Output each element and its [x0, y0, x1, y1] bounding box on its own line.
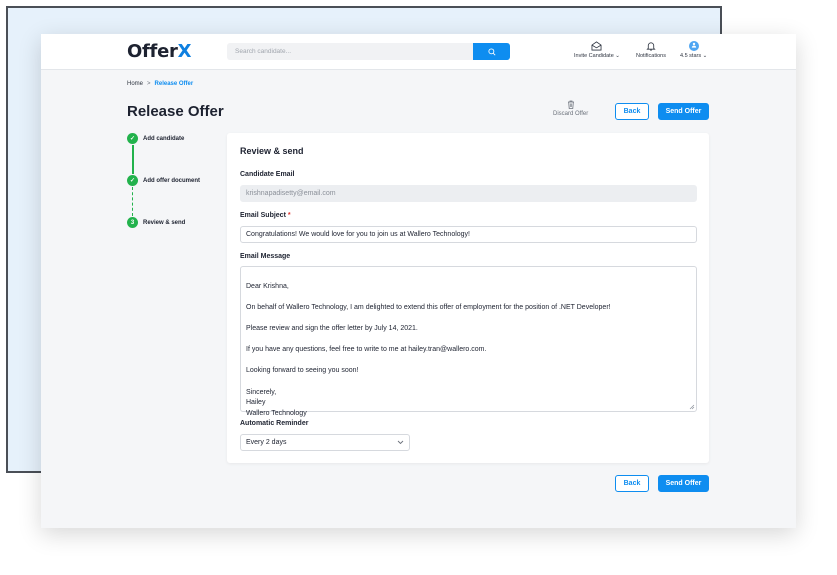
resize-handle-icon[interactable]: [689, 404, 695, 410]
logo-text: Offer: [127, 41, 178, 62]
back-button-top[interactable]: Back: [615, 103, 649, 120]
notifications-button[interactable]: Notifications: [636, 41, 666, 59]
discard-label: Discard Offer: [553, 111, 589, 117]
step-label: Add candidate: [143, 135, 185, 142]
reminder-value: Every 2 days: [246, 439, 287, 446]
candidate-email-field: krishnapadisetty@email.com: [240, 185, 697, 202]
card-title: Review & send: [240, 146, 304, 156]
breadcrumb: Home > Release Offer: [127, 81, 193, 87]
check-icon: ✓: [127, 175, 138, 186]
breadcrumb-home[interactable]: Home: [127, 81, 143, 87]
top-navbar: OfferX Invite Candidate ⌄ Notifications …: [41, 34, 796, 70]
review-send-card: Review & send Candidate Email krishnapad…: [227, 133, 709, 463]
offerx-logo[interactable]: OfferX: [127, 41, 191, 62]
step-label: Review & send: [143, 219, 186, 226]
discard-offer-button[interactable]: Discard Offer: [553, 100, 588, 117]
search-input[interactable]: [227, 43, 473, 60]
email-subject-label: Email Subject *: [240, 212, 291, 219]
required-marker: *: [287, 212, 291, 219]
check-icon: ✓: [127, 133, 138, 144]
page-title: Release Offer: [127, 103, 224, 120]
email-message-textarea[interactable]: Dear Krishna, On behalf of Wallero Techn…: [240, 266, 697, 417]
send-offer-button-top[interactable]: Send Offer: [658, 103, 709, 120]
step-label: Add offer document: [143, 177, 200, 184]
send-offer-button-bottom[interactable]: Send Offer: [658, 475, 709, 492]
avatar: [688, 41, 699, 51]
email-message-label: Email Message: [240, 253, 291, 260]
breadcrumb-current: Release Offer: [154, 81, 194, 87]
profile-menu[interactable]: 4.5 stars ⌄: [680, 41, 707, 59]
trash-icon: [567, 100, 574, 109]
app-window: OfferX Invite Candidate ⌄ Notifications …: [41, 34, 796, 528]
step-review-send[interactable]: 3 Review & send: [127, 217, 185, 228]
email-subject-field[interactable]: Congratulations! We would love for you t…: [240, 226, 697, 243]
chevron-down-icon: ⌄: [702, 53, 708, 59]
envelope-icon: [591, 41, 602, 51]
back-button-bottom[interactable]: Back: [615, 475, 649, 492]
logo-accent: X: [177, 41, 192, 62]
search-button[interactable]: [473, 43, 510, 60]
step-connector: [132, 187, 133, 216]
chevron-down-icon: ⌄: [615, 53, 620, 59]
invite-label: Invite Candidate: [574, 53, 614, 59]
invite-candidate-menu[interactable]: Invite Candidate ⌄: [574, 41, 620, 59]
step-number: 3: [127, 217, 138, 228]
chevron-down-icon: [397, 440, 404, 445]
candidate-email-label: Candidate Email: [240, 171, 295, 178]
automatic-reminder-select[interactable]: Every 2 days: [240, 434, 410, 451]
automatic-reminder-label: Automatic Reminder: [240, 420, 309, 427]
bell-icon: [646, 42, 656, 51]
breadcrumb-separator: >: [147, 81, 151, 87]
step-add-offer-document[interactable]: ✓ Add offer document: [127, 175, 200, 186]
stage: OfferX Invite Candidate ⌄ Notifications …: [0, 0, 837, 575]
rating-label: 4.5 stars: [680, 53, 702, 59]
subject-label-text: Email Subject: [240, 212, 286, 219]
notifications-label: Notifications: [636, 53, 666, 59]
search-icon: [487, 47, 496, 56]
user-icon: [691, 42, 696, 48]
step-connector: [132, 145, 134, 174]
step-add-candidate[interactable]: ✓ Add candidate: [127, 133, 184, 144]
message-text: Dear Krishna, On behalf of Wallero Techn…: [246, 282, 611, 417]
